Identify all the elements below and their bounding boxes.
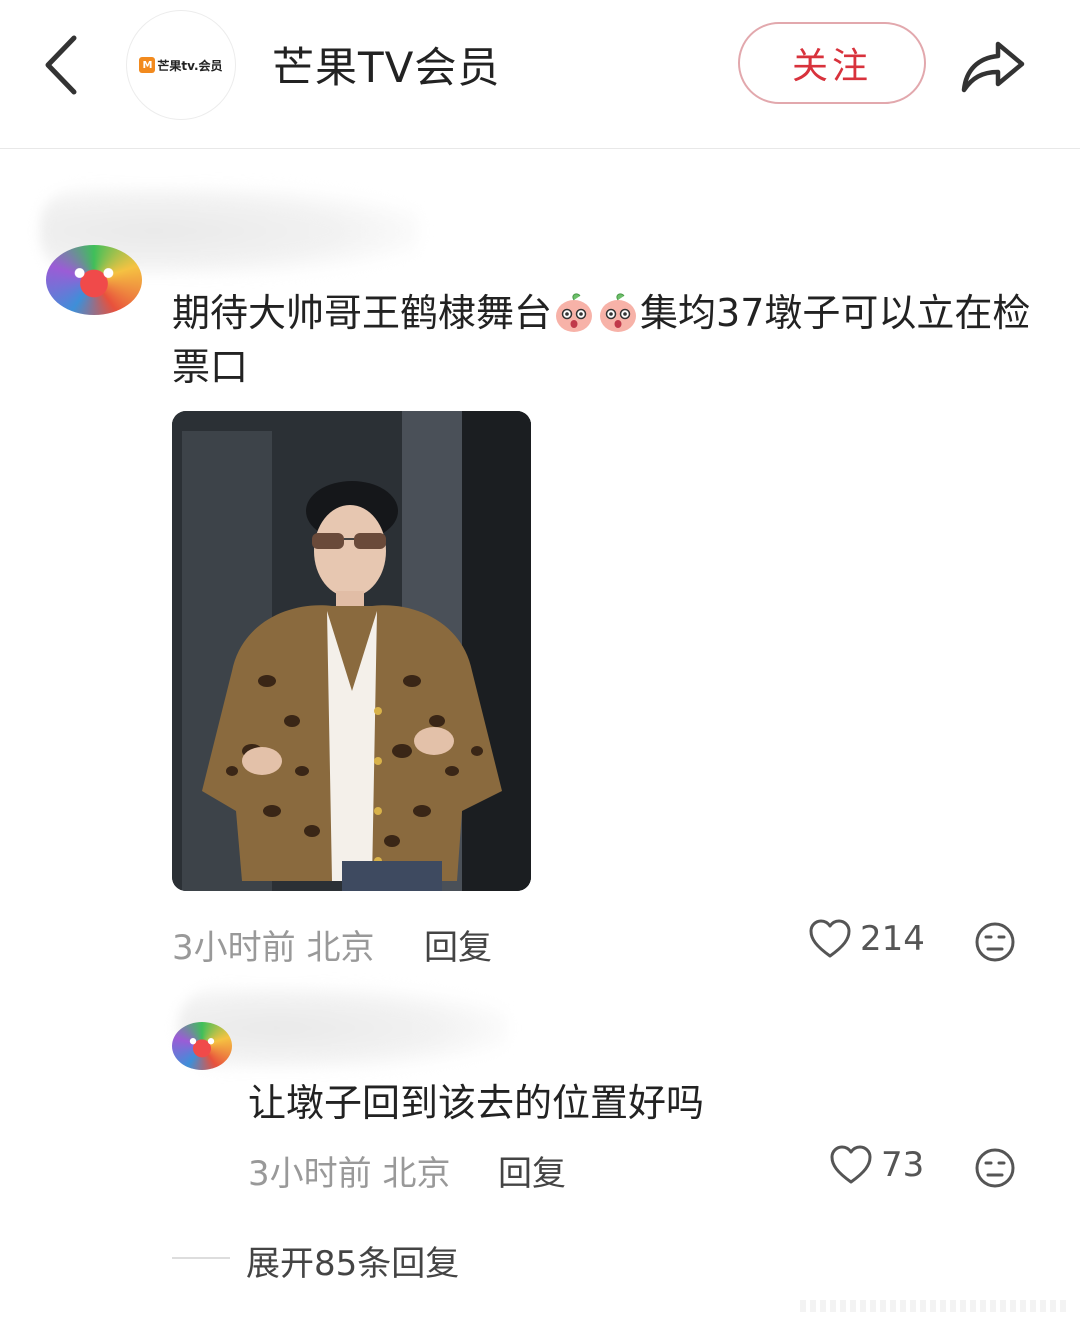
reply-text: 让墩子回到该去的位置好吗 [248,1081,705,1125]
comment-meta: 3小时前 北京 [172,920,374,969]
brand-logo-mark: M [139,57,156,73]
photo-illustration [172,411,531,891]
reply-reply-button[interactable]: 回复 [498,1146,566,1195]
share-icon[interactable] [958,30,1028,100]
reply-like-button[interactable]: 73 [829,1145,924,1185]
account-name[interactable]: 芒果TV会员 [272,34,500,95]
reply-time: 3小时前 [248,1154,372,1194]
back-arrow-icon[interactable] [34,30,90,100]
brand-logo-text: 芒果tv.会员 [157,58,223,73]
heart-icon [809,919,851,958]
comment-text: 期待大帅哥王鹤棣舞台 集均37墩子可以立在检票口 [172,286,1042,394]
dislike-face-icon[interactable] [974,1147,1016,1189]
comment-location: 北京 [306,928,375,968]
heart-icon [830,1145,872,1184]
brand-logo: M 芒果tv.会员 [139,57,223,74]
comment-photo[interactable] [172,411,531,891]
like-count: 214 [860,919,925,959]
reply-meta: 3小时前 北京 [248,1146,450,1195]
peach-emoji-icon [556,293,593,332]
watermark-fade [800,1300,1070,1312]
header-bar: M 芒果tv.会员 芒果TV会员 关注 [0,0,1080,149]
follow-button[interactable]: 关注 [738,22,926,104]
peach-emoji-icon [600,293,637,332]
expand-divider [172,1257,230,1259]
reply-user-avatar[interactable] [172,1022,232,1070]
like-button[interactable]: 214 [808,919,925,959]
comment-time: 3小时前 [172,928,296,968]
expand-replies-button[interactable]: 展开85条回复 [246,1236,459,1285]
dislike-face-icon[interactable] [974,921,1016,963]
reply-location: 北京 [382,1154,451,1194]
comment-text-part1: 期待大帅哥王鹤棣舞台 [172,291,553,335]
reply-button[interactable]: 回复 [424,920,492,969]
user-avatar[interactable] [46,245,142,315]
reply-like-count: 73 [881,1145,925,1185]
account-avatar[interactable]: M 芒果tv.会员 [126,10,236,120]
